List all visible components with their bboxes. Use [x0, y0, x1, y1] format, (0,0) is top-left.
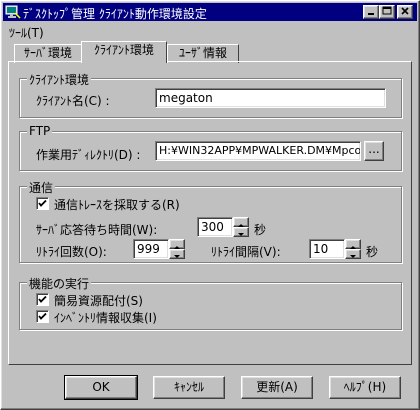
group-client-env-label: ｸﾗｲｱﾝﾄ環境 [27, 71, 92, 88]
group-comm-label: 通信 [27, 179, 56, 196]
inventory-checkbox[interactable] [36, 310, 49, 323]
app-icon[interactable] [5, 4, 21, 20]
spin-down-button[interactable] [169, 249, 185, 259]
work-dir-input[interactable]: H:¥WIN32APP¥MPWALKER.DM¥Mpcomp [155, 141, 361, 161]
client-name-label: ｸﾗｲｱﾝﾄ名(C) : [36, 94, 110, 108]
arrow-down-icon [350, 255, 356, 258]
retry-interval-unit: 秒 [366, 245, 379, 259]
arrow-down-icon [174, 255, 180, 258]
spin-up-button[interactable] [233, 217, 249, 227]
ok-button[interactable]: OK [64, 375, 138, 400]
tab-client-env[interactable]: ｸﾗｲｱﾝﾄ環境 [81, 41, 167, 63]
timeout-spinner[interactable] [233, 217, 249, 237]
menu-tools[interactable]: ﾂｰﾙ(T) [9, 24, 44, 41]
spin-up-button[interactable] [345, 239, 361, 249]
check-icon [38, 295, 47, 303]
trace-checkbox[interactable] [36, 197, 49, 210]
tab-label: ｻｰﾊﾞ環境 [23, 46, 72, 60]
retry-count-input[interactable]: 999 [133, 239, 169, 259]
timeout-label: ｻｰﾊﾞ応答待ち時間(W): [36, 223, 158, 237]
spin-down-button[interactable] [345, 249, 361, 259]
timeout-unit: 秒 [254, 223, 267, 237]
work-dir-label: 作業用ﾃﾞｨﾚｸﾄﾘ(D) : [36, 148, 141, 162]
client-name-input[interactable]: megaton [155, 88, 386, 108]
update-button[interactable]: 更新(A) [241, 376, 313, 399]
close-button[interactable] [397, 5, 413, 19]
maximize-button[interactable] [379, 5, 395, 19]
minimize-button[interactable] [363, 5, 379, 19]
help-button[interactable]: ﾍﾙﾌﾟ(H) [329, 376, 401, 399]
tab-label: ｸﾗｲｱﾝﾄ環境 [93, 43, 154, 57]
retry-interval-spinner[interactable] [345, 239, 361, 259]
simple-dist-checkbox[interactable] [36, 293, 49, 306]
close-icon [401, 7, 409, 15]
retry-interval-input[interactable]: 10 [309, 239, 345, 259]
retry-count-label: ﾘﾄﾗｲ回数(O): [36, 245, 107, 259]
inventory-label[interactable]: ｲﾝﾍﾞﾝﾄﾘ情報収集(I) [54, 309, 157, 326]
cancel-button[interactable]: ｷｬﾝｾﾙ [153, 376, 225, 399]
check-icon [38, 199, 47, 207]
retry-count-spinner[interactable] [169, 239, 185, 259]
group-features-label: 機能の実行 [27, 275, 92, 292]
window-title: ﾃﾞｽｸﾄｯﾌﾟ管理 ｸﾗｲｱﾝﾄ動作環境設定 [23, 7, 207, 21]
trace-label[interactable]: 通信ﾄﾚｰｽを採取する(R) [54, 196, 180, 213]
browse-button[interactable]: ... [364, 141, 384, 161]
arrow-down-icon [238, 233, 244, 236]
maximize-icon [382, 6, 392, 15]
check-icon [38, 312, 47, 320]
simple-dist-label[interactable]: 簡易資源配付(S) [54, 292, 143, 309]
spin-down-button[interactable] [233, 227, 249, 237]
timeout-input[interactable]: 300 [197, 217, 233, 237]
group-ftp-label: FTP [27, 124, 53, 138]
spin-up-button[interactable] [169, 239, 185, 249]
retry-interval-label: ﾘﾄﾗｲ間隔(V): [211, 245, 281, 259]
menu-bar: ﾂｰﾙ(T) [3, 22, 417, 41]
tab-label: ﾕｰｻﾞ情報 [178, 46, 227, 60]
minimize-icon [368, 13, 374, 15]
title-bar[interactable]: ﾃﾞｽｸﾄｯﾌﾟ管理 ｸﾗｲｱﾝﾄ動作環境設定 [3, 3, 417, 21]
